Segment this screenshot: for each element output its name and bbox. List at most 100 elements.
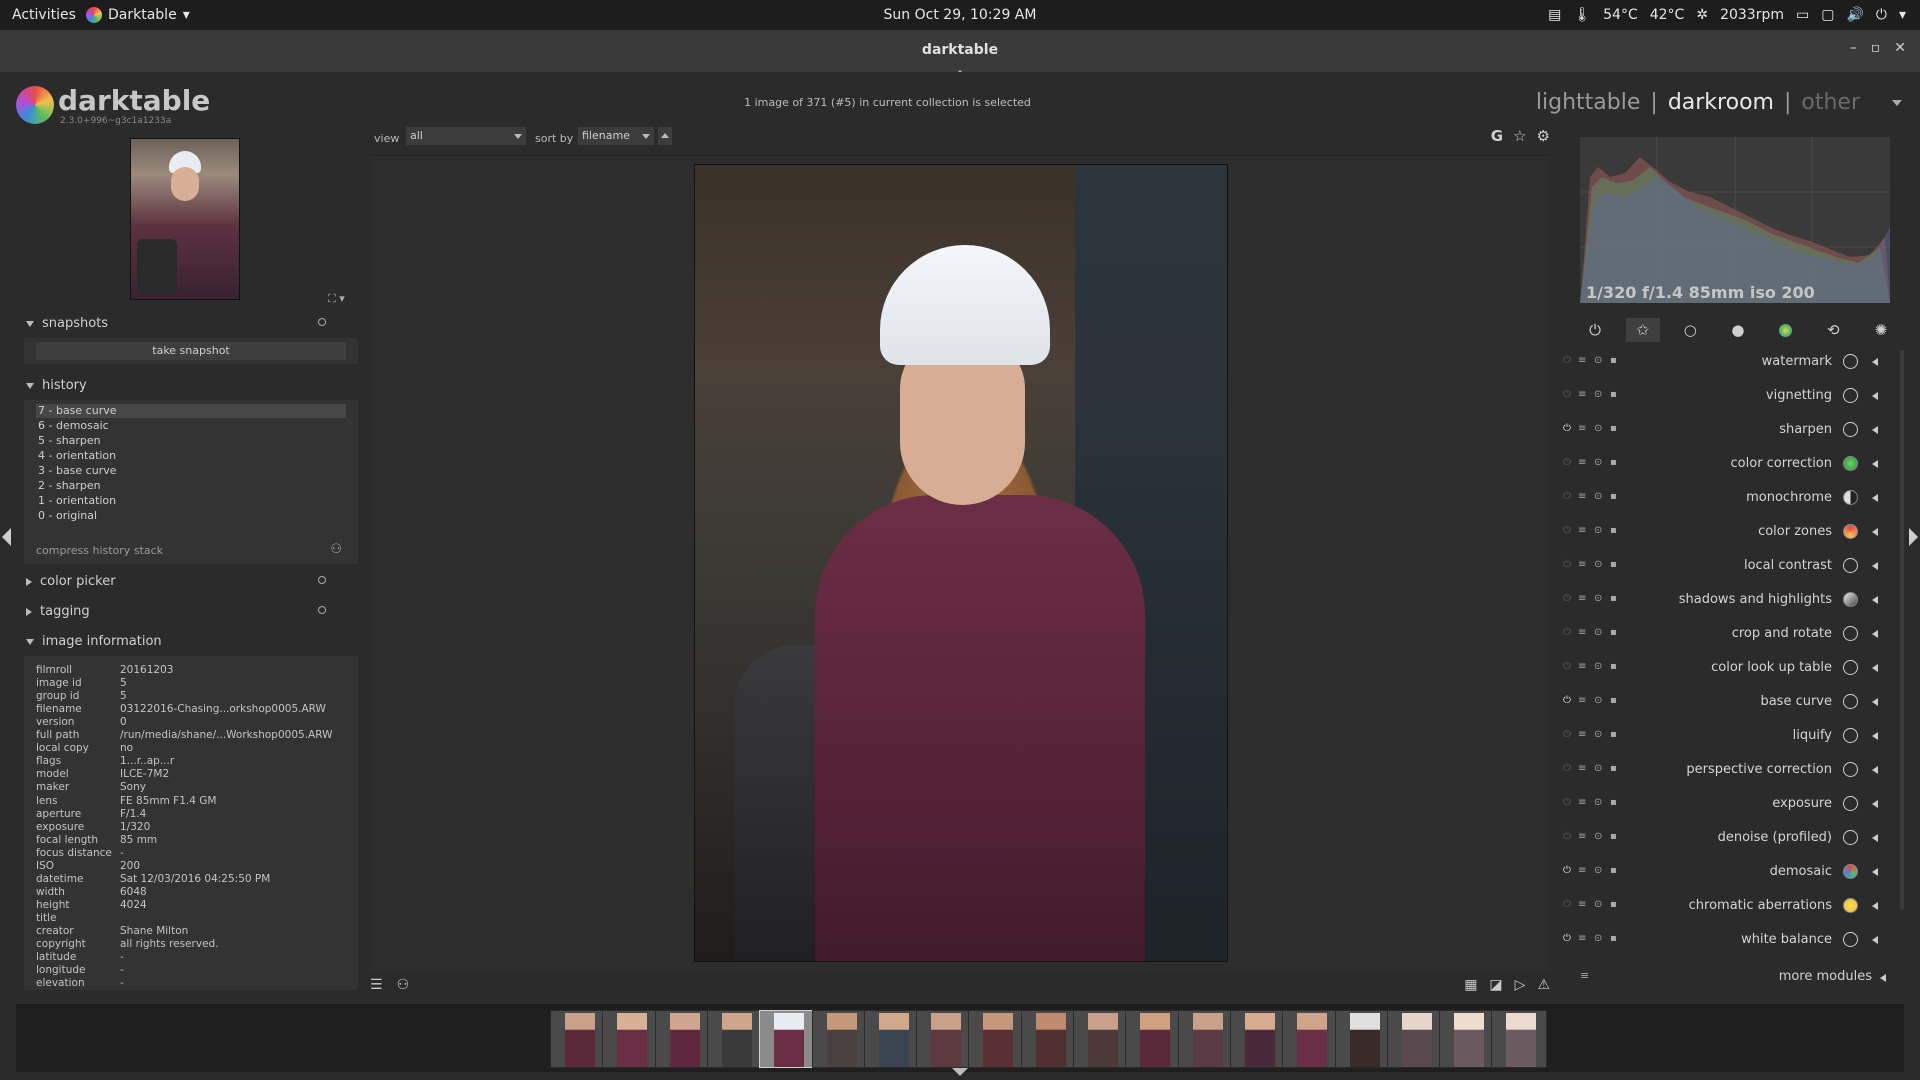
display-icon[interactable]: ▭ xyxy=(1796,7,1809,23)
color-group-icon[interactable] xyxy=(1769,318,1803,342)
module-presets-icon[interactable]: ≡ xyxy=(1578,423,1586,434)
module-presets-icon[interactable]: ≡ xyxy=(1578,797,1586,808)
module-power-icon[interactable]: ⏻ xyxy=(1563,661,1571,672)
module-power-icon[interactable]: ⏻ xyxy=(1563,423,1571,434)
sort-select[interactable]: filename xyxy=(578,127,654,145)
module-expand-icon[interactable] xyxy=(1872,936,1878,944)
module-presets-icon[interactable]: ≡ xyxy=(1578,457,1586,468)
module-power-icon[interactable]: ⏻ xyxy=(1563,457,1571,468)
module-row[interactable]: ⏻ ≡ ⊙ ▪ liquify xyxy=(1560,721,1900,751)
module-expand-icon[interactable] xyxy=(1872,494,1878,502)
module-presets-icon[interactable]: ≡ xyxy=(1578,389,1586,400)
module-presets-icon[interactable]: ≡ xyxy=(1578,661,1586,672)
history-header[interactable]: history xyxy=(26,378,360,398)
module-expand-icon[interactable] xyxy=(1872,630,1878,638)
module-reset-icon[interactable]: ⊙ xyxy=(1594,423,1602,434)
module-row[interactable]: ⏻ ≡ ⊙ ▪ sharpen xyxy=(1560,415,1900,445)
presets-icon[interactable]: ≡ xyxy=(1580,969,1589,982)
module-row[interactable]: ⏻ ≡ ⊙ ▪ vignetting xyxy=(1560,381,1900,411)
module-presets-icon[interactable]: ≡ xyxy=(1578,695,1586,706)
filmstrip-thumbnail[interactable] xyxy=(759,1010,816,1068)
module-mask-icon[interactable]: ▪ xyxy=(1610,729,1617,740)
filmstrip-thumbnail[interactable] xyxy=(1177,1010,1234,1068)
history-item[interactable]: 7 - base curve xyxy=(36,404,346,418)
module-presets-icon[interactable]: ≡ xyxy=(1578,559,1586,570)
module-row[interactable]: ⏻ ≡ ⊙ ▪ perspective correction xyxy=(1560,755,1900,785)
module-expand-icon[interactable] xyxy=(1872,392,1878,400)
module-reset-icon[interactable]: ⊙ xyxy=(1594,661,1602,672)
history-item[interactable]: 3 - base curve xyxy=(36,464,346,478)
module-reset-icon[interactable]: ⊙ xyxy=(1594,865,1602,876)
module-expand-icon[interactable] xyxy=(1872,732,1878,740)
styles-icon[interactable]: ⚇ xyxy=(397,977,410,993)
module-row[interactable]: ⏻ ≡ ⊙ ▪ shadows and highlights xyxy=(1560,585,1900,615)
module-presets-icon[interactable]: ≡ xyxy=(1578,831,1586,842)
reset-icon[interactable] xyxy=(318,576,326,584)
filmstrip-toggle-icon[interactable] xyxy=(952,1068,968,1076)
module-row[interactable]: ⏻ ≡ ⊙ ▪ denoise (profiled) xyxy=(1560,823,1900,853)
module-presets-icon[interactable]: ≡ xyxy=(1578,933,1586,944)
module-expand-icon[interactable] xyxy=(1872,426,1878,434)
view-filter-select[interactable]: all xyxy=(406,127,526,145)
module-row[interactable]: ⏻ ≡ ⊙ ▪ local contrast xyxy=(1560,551,1900,581)
module-mask-icon[interactable]: ▪ xyxy=(1610,831,1617,842)
module-presets-icon[interactable]: ≡ xyxy=(1578,593,1586,604)
reset-icon[interactable] xyxy=(318,606,326,614)
module-reset-icon[interactable]: ⊙ xyxy=(1594,933,1602,944)
module-mask-icon[interactable]: ▪ xyxy=(1610,627,1617,638)
favorites-star-icon[interactable]: ✩ xyxy=(1625,318,1660,342)
module-reset-icon[interactable]: ⊙ xyxy=(1594,899,1602,910)
module-mask-icon[interactable]: ▪ xyxy=(1610,423,1617,434)
module-mask-icon[interactable]: ▪ xyxy=(1610,695,1617,706)
module-presets-icon[interactable]: ≡ xyxy=(1578,899,1586,910)
module-mask-icon[interactable]: ▪ xyxy=(1610,457,1617,468)
module-expand-icon[interactable] xyxy=(1872,562,1878,570)
module-row[interactable]: ⏻ ≡ ⊙ ▪ chromatic aberrations xyxy=(1560,891,1900,921)
module-presets-icon[interactable]: ≡ xyxy=(1578,763,1586,774)
module-mask-icon[interactable]: ▪ xyxy=(1610,933,1617,944)
module-power-icon[interactable]: ⏻ xyxy=(1563,695,1571,706)
app-menu[interactable]: Darktable ▾ xyxy=(86,7,190,23)
module-presets-icon[interactable]: ≡ xyxy=(1578,729,1586,740)
module-expand-icon[interactable] xyxy=(1872,358,1878,366)
module-row[interactable]: ⏻ ≡ ⊙ ▪ base curve xyxy=(1560,687,1900,717)
system-status[interactable]: ▤ 🌡 54°C 42°C ✲ 2033rpm ▭ ▢ 🔊 ⏻ ▾ xyxy=(1548,7,1906,23)
gamut-check-icon[interactable]: ▷ xyxy=(1515,977,1526,993)
filmstrip-thumbnail[interactable] xyxy=(550,1010,606,1068)
chevron-down-icon[interactable]: ▾ xyxy=(1899,7,1906,23)
module-reset-icon[interactable]: ⊙ xyxy=(1594,389,1602,400)
zoom-fit-icon[interactable]: ⛶ ▾ xyxy=(328,292,345,306)
module-mask-icon[interactable]: ▪ xyxy=(1610,355,1617,366)
module-row[interactable]: ⏻ ≡ ⊙ ▪ white balance xyxy=(1560,925,1900,955)
create-style-icon[interactable]: ⚇ xyxy=(330,542,342,557)
module-expand-icon[interactable] xyxy=(1872,460,1878,468)
module-reset-icon[interactable]: ⊙ xyxy=(1594,355,1602,366)
module-scrollbar[interactable] xyxy=(1900,350,1904,910)
module-presets-icon[interactable]: ≡ xyxy=(1578,355,1586,366)
module-reset-icon[interactable]: ⊙ xyxy=(1594,797,1602,808)
module-reset-icon[interactable]: ⊙ xyxy=(1594,627,1602,638)
module-mask-icon[interactable]: ▪ xyxy=(1610,525,1617,536)
clipboard-icon[interactable]: ▤ xyxy=(1548,7,1561,23)
volume-icon[interactable]: 🔊 xyxy=(1846,7,1863,23)
module-power-icon[interactable]: ⏻ xyxy=(1563,525,1571,536)
history-item[interactable]: 0 - original xyxy=(36,509,346,523)
module-reset-icon[interactable]: ⊙ xyxy=(1594,593,1602,604)
module-power-icon[interactable]: ⏻ xyxy=(1563,389,1571,400)
color-assessment-icon[interactable]: ▦ xyxy=(1464,977,1477,993)
histogram[interactable] xyxy=(1580,137,1890,303)
module-row[interactable]: ⏻ ≡ ⊙ ▪ monochrome xyxy=(1560,483,1900,513)
module-power-icon[interactable]: ⏻ xyxy=(1563,899,1571,910)
left-panel-toggle-icon[interactable] xyxy=(2,528,11,546)
more-modules[interactable]: ≡ more modules xyxy=(1560,966,1900,990)
close-icon[interactable]: ✕ xyxy=(1894,40,1906,56)
module-reset-icon[interactable]: ⊙ xyxy=(1594,831,1602,842)
module-reset-icon[interactable]: ⊙ xyxy=(1594,457,1602,468)
module-reset-icon[interactable]: ⊙ xyxy=(1594,491,1602,502)
softproof-icon[interactable]: ◪ xyxy=(1489,977,1502,993)
module-expand-icon[interactable] xyxy=(1872,868,1878,876)
filmstrip[interactable] xyxy=(16,1004,1904,1072)
filmstrip-thumbnail[interactable] xyxy=(654,1010,711,1068)
module-expand-icon[interactable] xyxy=(1872,698,1878,706)
take-snapshot-button[interactable]: take snapshot xyxy=(36,342,346,360)
